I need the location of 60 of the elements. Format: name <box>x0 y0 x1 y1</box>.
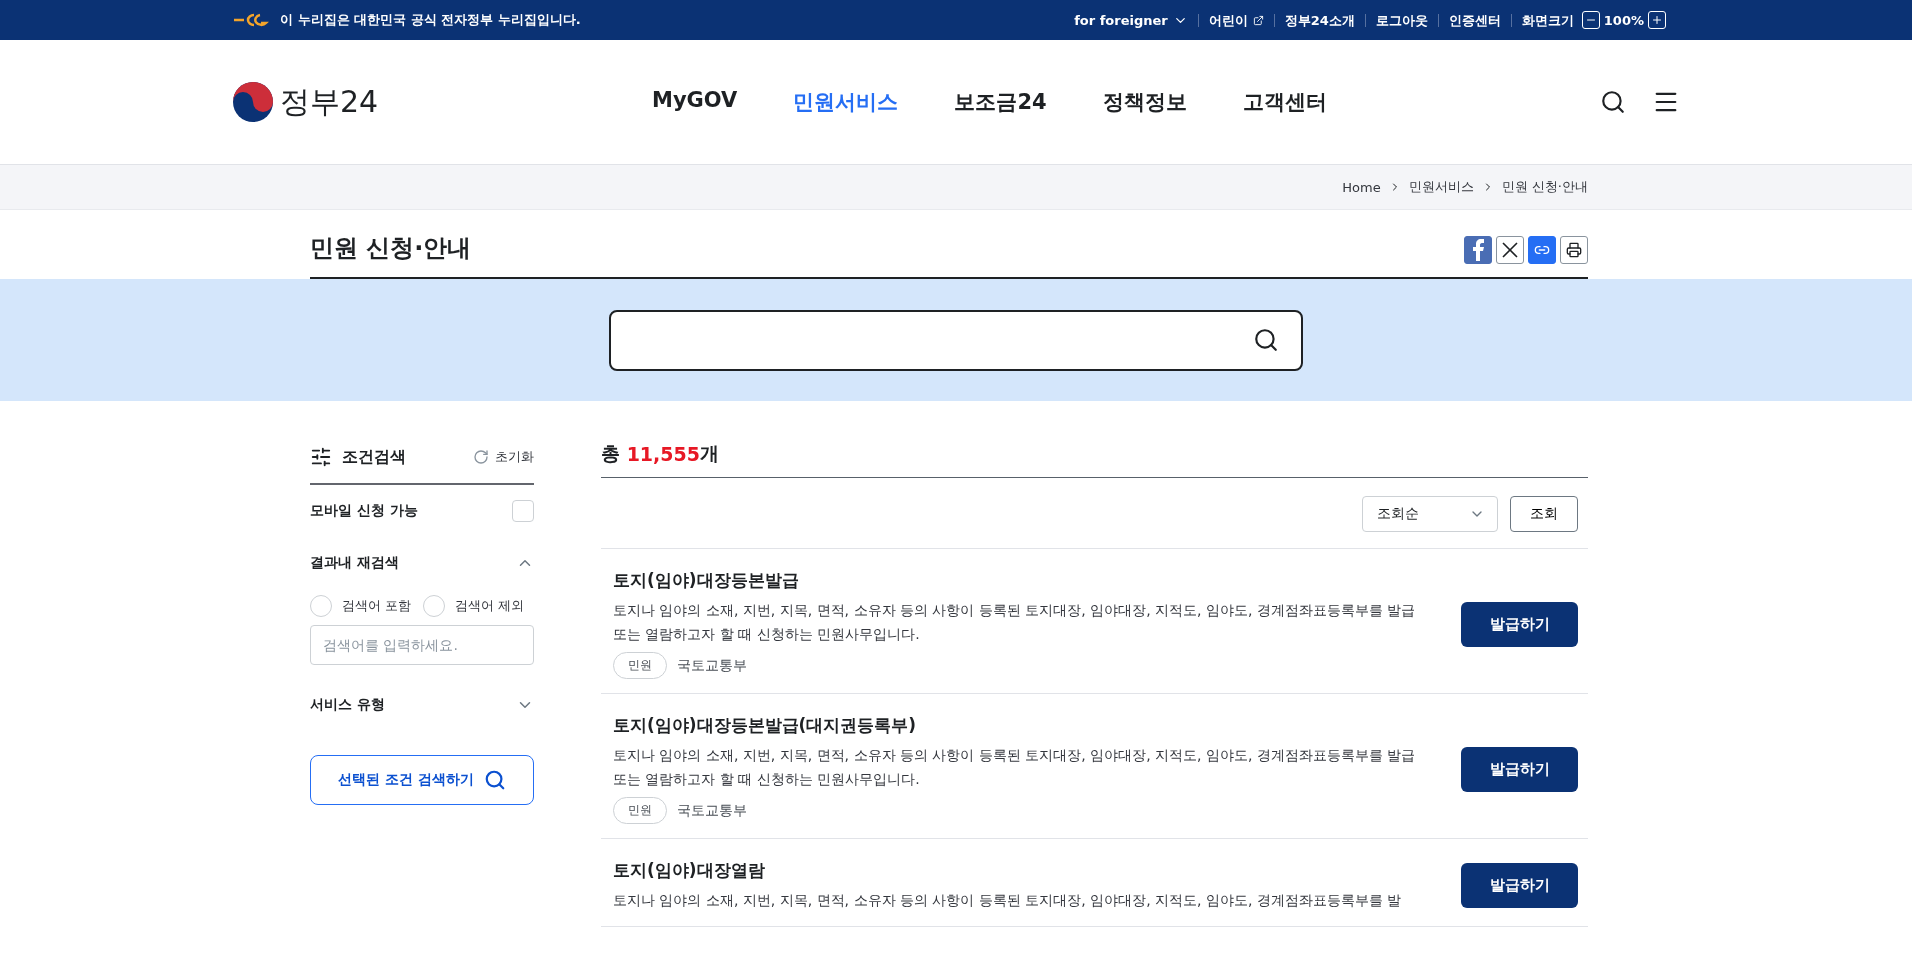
search-field[interactable] <box>609 309 1303 371</box>
nav-link[interactable]: 민원서비스 <box>793 88 899 116</box>
facebook-icon <box>1471 239 1485 261</box>
external-link-icon <box>1252 14 1264 26</box>
zoom-value: 100% <box>1602 12 1645 28</box>
service-title[interactable]: 토지(임야)대장등본발급 <box>613 569 799 592</box>
reset-button[interactable]: 초기화 <box>473 448 534 466</box>
x-share-button[interactable] <box>1496 236 1524 264</box>
utility-link[interactable]: 인증센터 <box>1437 13 1511 27</box>
page-title: 민원 신청·안내 <box>310 233 472 264</box>
agency-name: 국토교통부 <box>677 801 747 820</box>
zoom-label: 화면크기 <box>1510 13 1582 27</box>
issue-button[interactable]: 발급하기 <box>1461 601 1578 647</box>
plus-icon <box>1651 14 1663 26</box>
nav-link[interactable]: 고객센터 <box>1242 88 1327 116</box>
filter-label: 모바일 신청 가능 <box>310 502 418 520</box>
nav-link[interactable]: 보조금24 <box>954 88 1047 116</box>
service-description: 토지나 임야의 소재, 지번, 지목, 면적, 소유자 등의 사항이 등록된 토지대장, 임야대장, 지적도, 임야도, 경계점좌표등록부를 발급 또는 열람하고자 할 때 신청하는 민원사무입니다. <box>613 746 1417 789</box>
radio-option[interactable]: 검색어 제외 <box>423 595 525 617</box>
mobile-checkbox[interactable] <box>512 500 534 522</box>
issue-button[interactable]: 발급하기 <box>1461 746 1578 792</box>
print-button[interactable] <box>1560 236 1588 264</box>
emblem-icon <box>232 81 274 123</box>
nav-link[interactable]: 정책정보 <box>1102 88 1187 116</box>
search-icon[interactable] <box>1600 89 1626 115</box>
utility-link[interactable]: 로그아웃 <box>1364 13 1438 27</box>
utility-link[interactable]: for foreigner <box>1064 12 1198 28</box>
radio-option[interactable]: 검색어 포함 <box>310 595 412 617</box>
zoom-in-button[interactable] <box>1648 11 1666 29</box>
keyword-input[interactable]: 검색어를 입력하세요. <box>310 625 534 665</box>
print-icon <box>1566 242 1582 258</box>
official-notice: 이 누리집은 대한민국 공식 전자정부 누리집입니다. <box>280 11 581 29</box>
utility-link[interactable]: 어린이 <box>1197 13 1274 27</box>
facebook-share-button[interactable] <box>1464 236 1492 264</box>
section-label: 서비스 유형 <box>310 696 385 714</box>
breadcrumb-link[interactable]: 민원서비스 <box>1408 178 1474 196</box>
service-title[interactable]: 토지(임야)대장열람 <box>613 859 765 882</box>
filter-title: 조건검색 <box>310 446 406 468</box>
reset-icon <box>473 449 489 465</box>
query-button[interactable]: 조회 <box>1510 496 1578 532</box>
zoom-out-button[interactable] <box>1581 11 1600 29</box>
x-icon <box>1502 242 1518 258</box>
agency-name: 국토교통부 <box>677 656 747 675</box>
service-title[interactable]: 토지(임야)대장등본발급(대지권등록부) <box>613 714 917 737</box>
nav-link[interactable]: MyGOV <box>652 88 738 116</box>
search-icon[interactable] <box>1253 327 1279 353</box>
sliders-icon <box>310 446 332 468</box>
condition-search-button[interactable]: 선택된 조건 검색하기 <box>310 755 534 805</box>
site-logo[interactable]: 정부24 <box>232 81 652 123</box>
search-icon <box>483 769 506 791</box>
link-copy-button[interactable] <box>1528 236 1556 264</box>
utility-link[interactable]: 정부24소개 <box>1273 13 1365 27</box>
issue-button[interactable]: 발급하기 <box>1461 863 1578 908</box>
breadcrumb-link[interactable]: Home <box>1342 179 1381 195</box>
service-description: 토지나 임야의 소재, 지번, 지목, 면적, 소유자 등의 사항이 등록된 토지대장, 임야대장, 지적도, 임야도, 경계점좌표등록부를 발급 또는 열람하고자 할 때 신청하는 민원사무입니다. <box>613 601 1417 644</box>
service-description: 토지나 임야의 소재, 지번, 지목, 면적, 소유자 등의 사항이 등록된 토지대장, 임야대장, 지적도, 임야도, 경계점좌표등록부를 발 <box>613 891 1403 910</box>
section-label: 결과내 재검색 <box>310 554 399 572</box>
sort-select[interactable]: 조회순 <box>1362 496 1498 532</box>
result-total: 총 11,555개 <box>601 431 1588 478</box>
breadcrumb-link[interactable]: 민원 신청·안내 <box>1501 178 1588 196</box>
